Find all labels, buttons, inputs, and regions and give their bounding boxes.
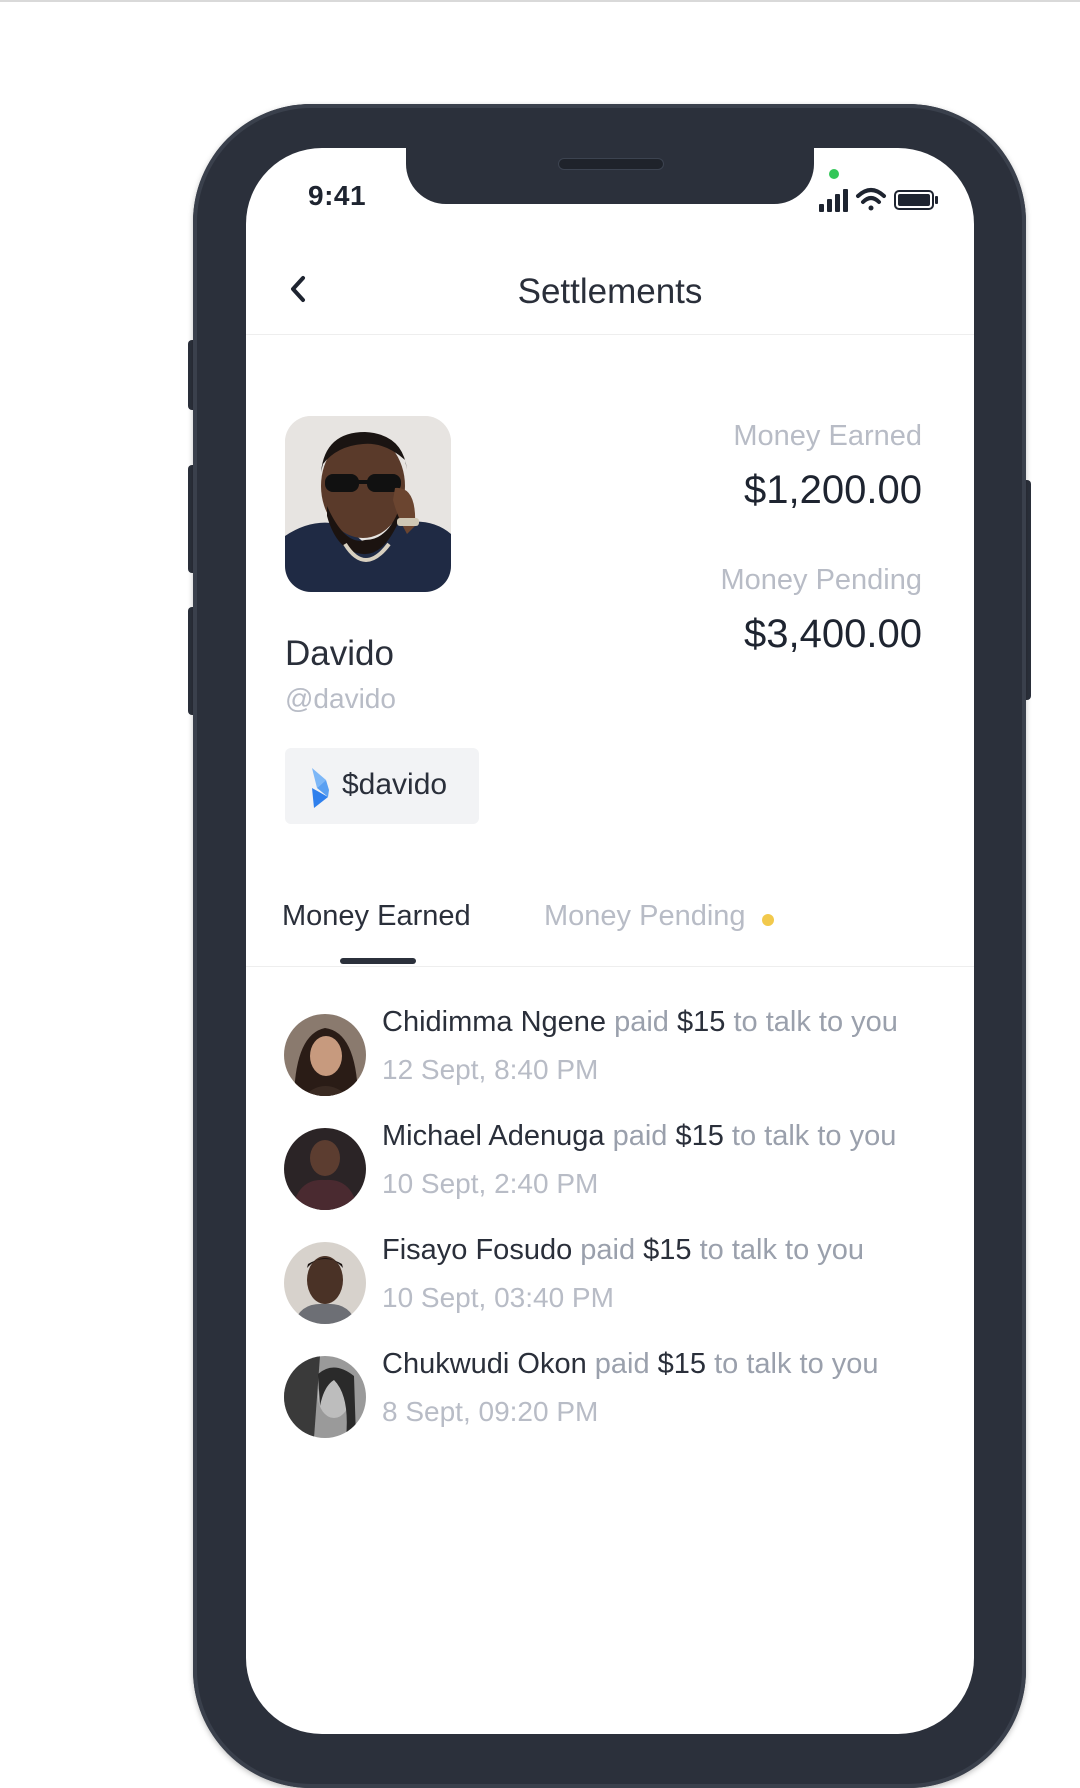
wifi-icon (856, 188, 886, 211)
app-header: Settlements (246, 244, 974, 335)
transaction-suffix: to talk to you (733, 1006, 898, 1038)
list-item[interactable]: Chukwudi Okon paid $15 to talk to you 8 … (246, 1340, 974, 1450)
transaction-date: 8 Sept, 09:20 PM (382, 1396, 599, 1427)
avatar-photo (284, 1356, 366, 1438)
transaction-date: 10 Sept, 2:40 PM (382, 1168, 599, 1199)
avatar (284, 1128, 366, 1210)
avatar-photo (284, 1128, 366, 1210)
camera-indicator-dot (829, 169, 839, 179)
list-item[interactable]: Michael Adenuga paid $15 to talk to you … (246, 1112, 974, 1222)
transaction-date: 10 Sept, 03:40 PM (382, 1282, 614, 1313)
speaker-grille (558, 158, 664, 170)
payer-name: Chukwudi Okon (382, 1348, 587, 1380)
transaction-suffix: to talk to you (731, 1120, 897, 1152)
notch (406, 148, 814, 204)
profile-avatar (285, 416, 451, 592)
page-title: Settlements (517, 272, 703, 311)
tab-bar: Money Earned Money Pending (246, 884, 974, 967)
paid-text: paid (580, 1234, 636, 1266)
paid-amount: $15 (657, 1348, 707, 1380)
paid-amount: $15 (677, 1006, 726, 1038)
pending-indicator-dot (762, 914, 774, 926)
paid-text: paid (614, 1006, 669, 1038)
paid-text: paid (612, 1120, 668, 1152)
active-tab-indicator (340, 958, 416, 964)
profile-photo (285, 416, 451, 592)
money-pending-value: $3,400.00 (744, 612, 922, 656)
brand-logo-icon (312, 768, 329, 808)
list-item[interactable]: Chidimma Ngene paid $15 to talk to you 1… (246, 998, 974, 1108)
transaction-date: 12 Sept, 8:40 PM (382, 1054, 599, 1085)
transaction-suffix: to talk to you (699, 1234, 865, 1266)
paid-amount: $15 (675, 1120, 724, 1152)
avatar (284, 1242, 366, 1324)
battery-icon (894, 190, 938, 210)
payer-name: Fisayo Fosudo (382, 1234, 573, 1266)
money-earned-value: $1,200.00 (744, 468, 922, 512)
status-icons (819, 188, 938, 212)
transaction-text: Chukwudi Okon paid $15 to talk to you (382, 1348, 879, 1381)
money-earned-label: Money Earned (733, 420, 922, 452)
transaction-text: Fisayo Fosudo paid $15 to talk to you (382, 1234, 864, 1267)
avatar (284, 1014, 366, 1096)
profile-name: Davido (285, 634, 394, 673)
cashtag-label: $davido (342, 768, 448, 801)
payer-name: Michael Adenuga (382, 1120, 605, 1152)
phone-screen: 9:41 Settlements Davido @davido $davido … (246, 148, 974, 1734)
avatar-photo (284, 1242, 366, 1324)
status-time: 9:41 (308, 180, 367, 211)
tab-money-pending[interactable]: Money Pending (544, 900, 746, 933)
paid-text: paid (594, 1348, 650, 1380)
tab-money-earned[interactable]: Money Earned (282, 900, 471, 933)
paid-amount: $15 (643, 1234, 692, 1266)
profile-handle: @davido (285, 683, 396, 714)
signal-icon (819, 189, 848, 212)
money-pending-label: Money Pending (720, 564, 922, 596)
transaction-text: Chidimma Ngene paid $15 to talk to you (382, 1006, 898, 1039)
list-item[interactable]: Fisayo Fosudo paid $15 to talk to you 10… (246, 1226, 974, 1336)
payer-name: Chidimma Ngene (382, 1006, 607, 1038)
top-border (0, 0, 1080, 2)
transaction-text: Michael Adenuga paid $15 to talk to you (382, 1120, 896, 1153)
avatar-photo (284, 1014, 366, 1096)
transaction-suffix: to talk to you (714, 1348, 879, 1380)
avatar (284, 1356, 366, 1438)
cashtag-chip[interactable]: $davido (285, 748, 479, 824)
